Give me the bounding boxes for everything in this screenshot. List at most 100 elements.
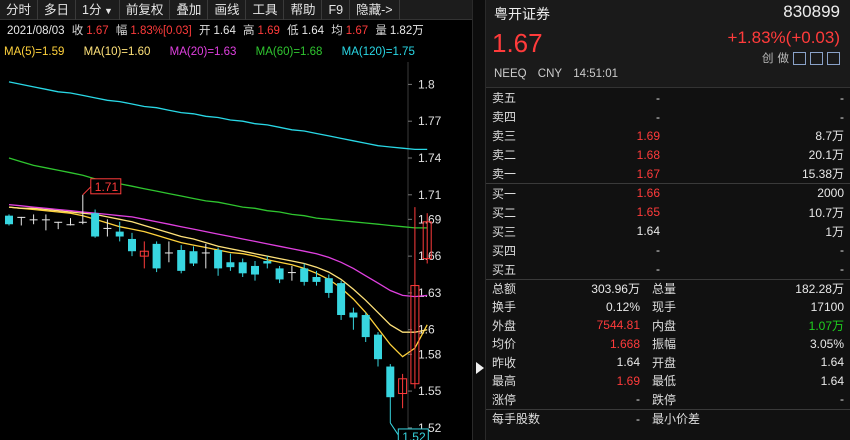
stats-row: 换手 0.12% 现手 17100 <box>486 298 850 317</box>
buy-vol: - <box>840 262 844 276</box>
toolbar-multiday[interactable]: 多日 <box>38 0 77 20</box>
candle-body <box>337 283 346 316</box>
stat-value: - <box>636 392 640 407</box>
sell-vol: 20.1万 <box>808 148 844 162</box>
stat-label: 总额 <box>492 282 517 296</box>
sell-row-5: 卖五 - - <box>486 88 850 107</box>
stats-row: 总额 303.96万 总量 182.28万 <box>486 279 850 298</box>
candle-body <box>386 366 395 398</box>
stat-label: 均价 <box>492 337 517 352</box>
toolbar-help[interactable]: 帮助 <box>284 0 323 20</box>
buy-label: 买四 <box>492 243 517 258</box>
market: NEEQ <box>494 68 527 80</box>
alert-icon[interactable] <box>810 51 823 65</box>
stat-label: 振幅 <box>652 337 677 352</box>
info-date: 2021/08/03 <box>7 25 65 37</box>
stat-value: 0.12% <box>605 299 640 314</box>
add-icon[interactable] <box>827 51 840 65</box>
info-vol: 1.82万 <box>389 25 424 37</box>
buy-vol: 1万 <box>825 224 844 239</box>
panel-divider <box>472 0 486 440</box>
stat-value: 182.28万 <box>795 282 844 296</box>
candle-body <box>29 219 38 221</box>
candle-body <box>201 252 210 254</box>
buy-row-4: 买四 - - <box>486 241 850 260</box>
edit-icon[interactable] <box>793 51 806 65</box>
toolbar-hide[interactable]: 隐藏-> <box>350 0 400 20</box>
sell-label: 卖四 <box>492 110 517 124</box>
ma120-line <box>8 81 428 151</box>
stat-value: 1.64 <box>820 355 844 370</box>
sell-row-3: 卖三 1.69 8.7万 <box>486 126 850 145</box>
sell-label: 卖五 <box>492 91 517 105</box>
ma20-label: MA(20)=1.63 <box>169 46 237 58</box>
min-pointer <box>389 422 399 436</box>
info-vol-label: 量 <box>375 25 387 37</box>
info-low-label: 低 <box>287 25 299 37</box>
y-tick-label: 1.8 <box>418 77 435 91</box>
stat-label: 昨收 <box>492 355 517 370</box>
stat-value: 303.96万 <box>591 282 640 296</box>
candle-body <box>312 276 321 282</box>
stats-row: 昨收 1.64 开盘 1.64 <box>486 353 850 372</box>
sell-price: 1.68 <box>636 147 660 162</box>
candle-body <box>300 268 309 282</box>
stat-label: 现手 <box>652 300 677 315</box>
buy-label: 买二 <box>492 205 517 220</box>
candle-body <box>263 261 272 264</box>
lot-info: 每手股数 - 最小价差 <box>486 408 850 428</box>
candle-info-bar: 2021/08/03 收 1.67 幅 1.83%[0.03] 开 1.64 高 1.6… <box>0 21 472 41</box>
y-tick-label: 1.58 <box>418 347 442 361</box>
stat-label: 总量 <box>652 282 677 296</box>
expand-arrow-icon[interactable] <box>476 362 484 374</box>
buy-vol: - <box>840 243 844 257</box>
buy-price: - <box>656 262 660 276</box>
toolbar-tools[interactable]: 工具 <box>246 0 285 20</box>
buy-price: 1.65 <box>636 205 660 219</box>
min-tick-label: 最小价差 <box>652 412 701 426</box>
buy-vol: 2000 <box>817 186 844 201</box>
stats-row: 最高 1.69 最低 1.64 <box>486 372 850 391</box>
stats-row: 均价 1.668 振幅 3.05% <box>486 335 850 354</box>
stat-label: 换手 <box>492 300 517 315</box>
y-tick-label: 1.69 <box>418 212 442 226</box>
ma10-label: MA(10)=1.60 <box>83 46 151 58</box>
toolbar-forward-adjust[interactable]: 前复权 <box>120 0 171 20</box>
quote-tags: 创 做 <box>762 50 840 66</box>
stat-label: 外盘 <box>492 318 517 333</box>
kline-chart-svg: 1.81.771.741.711.691.661.631.61.581.551.… <box>5 62 442 440</box>
info-open: 1.64 <box>213 25 236 37</box>
min-tick-value <box>706 409 850 428</box>
y-tick-label: 1.55 <box>418 384 442 398</box>
buy-row-3: 买三 1.64 1万 <box>486 222 850 241</box>
toolbar-period-select[interactable]: 1分 <box>76 0 120 20</box>
candle-body <box>324 278 333 293</box>
candle-body <box>103 227 112 229</box>
buy-label: 买一 <box>492 186 517 201</box>
sell-vol: - <box>840 90 844 105</box>
stat-value: 1.668 <box>609 336 640 351</box>
sell-price: 1.67 <box>636 166 660 181</box>
quote-header: 粤开证券 830899 1.67 +1.83%(+0.03) 创 做 NEEQ … <box>486 0 850 88</box>
toolbar-draw[interactable]: 画线 <box>208 0 247 20</box>
toolbar: 分时 多日 1分 前复权 叠加 画线 工具 帮助 F9 隐藏-> <box>0 0 472 20</box>
candle-body <box>41 219 50 221</box>
stat-value: 1.07万 <box>808 318 844 333</box>
info-range: 1.83%[0.03] <box>130 25 192 37</box>
sell-label: 卖三 <box>492 129 517 143</box>
buy-row-5: 买五 - - <box>486 260 850 279</box>
ma60-label: MA(60)=1.68 <box>255 46 323 58</box>
quote-meta: NEEQ CNY 14:51:01 <box>494 68 626 80</box>
toolbar-intraday[interactable]: 分时 <box>0 0 39 20</box>
candle-body <box>91 213 100 237</box>
toolbar-overlay[interactable]: 叠加 <box>170 0 209 20</box>
stat-label: 最低 <box>652 374 677 389</box>
kline-chart[interactable]: 1.8 1.77 1.74 1.71 1.69 1.66 1.63 1.6 1.58 1.55 1.… <box>0 62 472 440</box>
toolbar-f9[interactable]: F9 <box>322 0 351 20</box>
candle-body <box>128 238 136 252</box>
buy-price: - <box>656 243 660 257</box>
sell-vol: 15.38万 <box>801 167 844 181</box>
candle-body <box>287 272 296 274</box>
ma120-label: MA(120)=1.75 <box>341 46 415 58</box>
candle-body <box>115 231 124 237</box>
